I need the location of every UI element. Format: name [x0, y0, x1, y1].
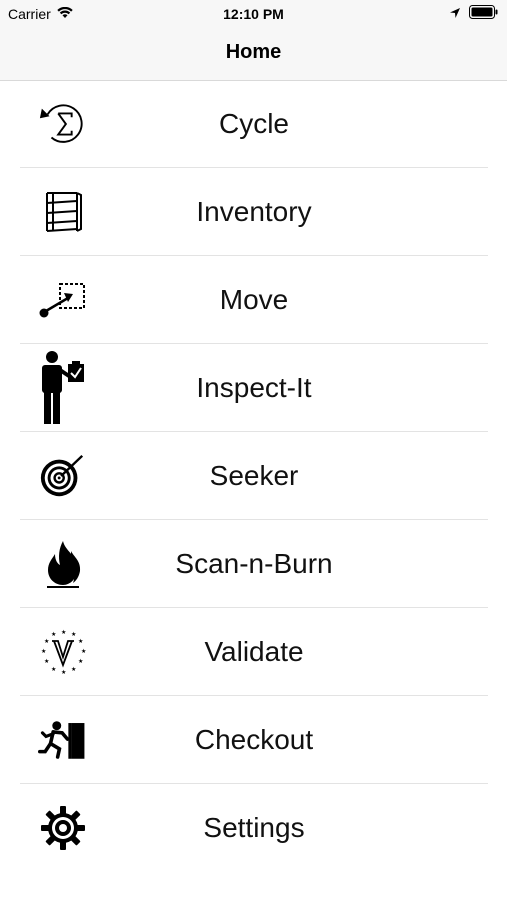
menu-item-label: Validate — [204, 635, 304, 667]
svg-text:★: ★ — [61, 629, 66, 636]
menu-item-inventory[interactable]: Inventory — [20, 168, 488, 256]
menu-item-validate[interactable]: ★ ★ ★ ★ ★ ★ ★ ★ ★ ★ ★ ★ Validate — [20, 608, 488, 696]
menu-item-label: Inventory — [196, 195, 312, 227]
menu-item-scan-n-burn[interactable]: Scan-n-Burn — [20, 520, 488, 608]
menu-item-label: Scan-n-Burn — [175, 547, 333, 579]
menu-item-label: Checkout — [194, 723, 314, 755]
status-time: 12:10 PM — [223, 6, 284, 22]
battery-icon — [469, 5, 499, 22]
navigation-bar: Home — [0, 28, 507, 81]
menu-item-label: Cycle — [218, 107, 289, 139]
menu-item-label: Move — [219, 283, 289, 315]
home-menu: Cycle Inventory Move Inspect-It Seeker S… — [0, 80, 507, 871]
menu-item-inspect-it[interactable]: Inspect-It — [20, 344, 488, 432]
svg-text:★: ★ — [61, 669, 66, 676]
menu-item-cycle[interactable]: Cycle — [20, 80, 488, 168]
page-title: Home — [225, 41, 282, 63]
location-arrow-icon — [449, 6, 461, 22]
status-right — [449, 5, 499, 22]
menu-item-label: Settings — [203, 811, 305, 843]
status-bar: Carrier 12:10 PM — [0, 0, 507, 28]
menu-item-label: Seeker — [209, 459, 299, 491]
menu-item-move[interactable]: Move — [20, 256, 488, 344]
menu-item-label: Inspect-It — [196, 371, 312, 403]
menu-item-checkout[interactable]: Checkout — [20, 696, 488, 784]
menu-item-settings[interactable]: Settings — [20, 784, 488, 871]
menu-item-seeker[interactable]: Seeker — [20, 432, 488, 520]
